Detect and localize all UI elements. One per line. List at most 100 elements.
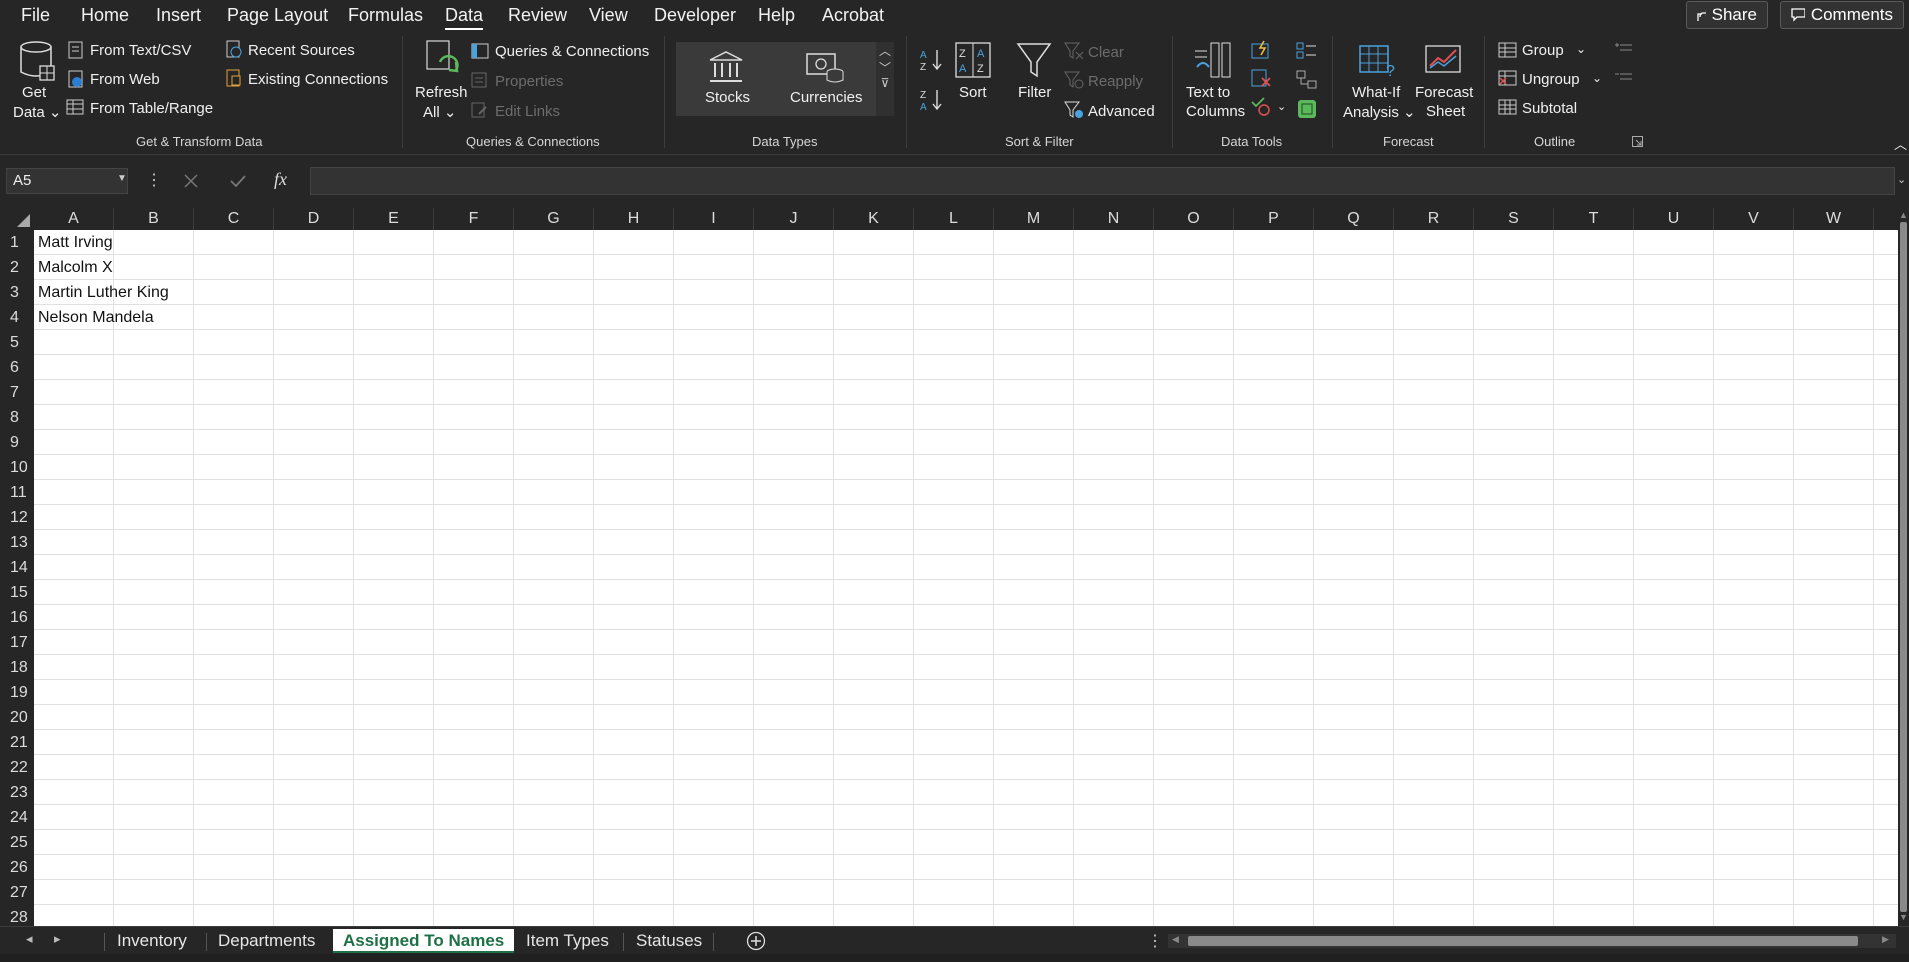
row-header-20[interactable]: 20 bbox=[0, 705, 34, 730]
column-header-t[interactable]: T bbox=[1554, 208, 1634, 230]
select-all-corner[interactable] bbox=[0, 208, 34, 230]
from-table-range-button[interactable]: From Table/Range bbox=[90, 100, 213, 117]
row-header-25[interactable]: 25 bbox=[0, 830, 34, 855]
column-header-s[interactable]: S bbox=[1474, 208, 1554, 230]
expand-formula-bar-icon[interactable]: ⌄ bbox=[1897, 173, 1906, 186]
column-header-w[interactable]: W bbox=[1794, 208, 1874, 230]
get-data-dropdown[interactable]: Data ⌄ bbox=[13, 103, 61, 121]
sheet-tab-assigned-to-names[interactable]: Assigned To Names bbox=[333, 929, 515, 953]
row-header-13[interactable]: 13 bbox=[0, 530, 34, 555]
chevron-down-icon[interactable]: ⌄ bbox=[1277, 100, 1286, 113]
chevron-down-icon[interactable]: ⌄ bbox=[1576, 42, 1586, 56]
name-box-dropdown-icon[interactable]: ▼ bbox=[117, 173, 127, 184]
row-header-5[interactable]: 5 bbox=[0, 330, 34, 355]
add-sheet-icon[interactable] bbox=[746, 931, 766, 951]
menu-view[interactable]: View bbox=[589, 5, 628, 26]
menu-help[interactable]: Help bbox=[758, 5, 795, 26]
more-icon[interactable]: ⊽ bbox=[876, 76, 894, 90]
cell-a2[interactable]: Malcolm X bbox=[38, 255, 113, 280]
chevron-down-icon[interactable]: ﹀ bbox=[876, 59, 894, 76]
column-header-m[interactable]: M bbox=[994, 208, 1074, 230]
what-if-analysis-dropdown[interactable]: Analysis ⌄ bbox=[1343, 103, 1416, 121]
text-to-columns-button[interactable]: Text to bbox=[1186, 84, 1230, 101]
more-options-icon[interactable]: ⋮ bbox=[1147, 931, 1163, 951]
what-if-analysis-button[interactable]: What-If bbox=[1352, 84, 1400, 101]
row-header-26[interactable]: 26 bbox=[0, 855, 34, 880]
row-header-24[interactable]: 24 bbox=[0, 805, 34, 830]
clear-button[interactable]: Clear bbox=[1088, 44, 1124, 61]
row-header-9[interactable]: 9 bbox=[0, 430, 34, 455]
prev-sheet-icon[interactable]: ◂ bbox=[26, 931, 33, 947]
column-header-n[interactable]: N bbox=[1074, 208, 1154, 230]
column-header-e[interactable]: E bbox=[354, 208, 434, 230]
sort-button[interactable]: Sort bbox=[959, 84, 987, 101]
edit-links-button[interactable]: Edit Links bbox=[495, 103, 560, 120]
column-header-f[interactable]: F bbox=[434, 208, 514, 230]
forecast-sheet-button[interactable]: Forecast bbox=[1415, 84, 1473, 101]
row-header-7[interactable]: 7 bbox=[0, 380, 34, 405]
row-header-19[interactable]: 19 bbox=[0, 680, 34, 705]
column-header-o[interactable]: O bbox=[1154, 208, 1234, 230]
sheet-tab-departments[interactable]: Departments bbox=[208, 929, 325, 953]
sheet-tab-statuses[interactable]: Statuses bbox=[626, 929, 712, 953]
column-header-i[interactable]: I bbox=[674, 208, 754, 230]
cell-grid[interactable]: Matt Irving Malcolm X Martin Luther King… bbox=[34, 230, 1898, 926]
row-header-16[interactable]: 16 bbox=[0, 605, 34, 630]
name-box[interactable]: A5 bbox=[6, 168, 128, 194]
get-data-button[interactable]: Get bbox=[22, 84, 46, 101]
vertical-scroll-thumb[interactable] bbox=[1900, 222, 1907, 912]
filter-button[interactable]: Filter bbox=[1018, 84, 1051, 101]
reapply-button[interactable]: Reapply bbox=[1088, 73, 1143, 90]
row-header-27[interactable]: 27 bbox=[0, 880, 34, 905]
forecast-sheet-label[interactable]: Sheet bbox=[1426, 103, 1465, 120]
scroll-down-icon[interactable]: ▼ bbox=[1899, 912, 1908, 922]
menu-file[interactable]: File bbox=[21, 5, 50, 26]
column-header-p[interactable]: P bbox=[1234, 208, 1314, 230]
ungroup-button[interactable]: Ungroup bbox=[1522, 71, 1580, 88]
stocks-button[interactable]: Stocks bbox=[705, 89, 750, 106]
existing-connections-button[interactable]: Existing Connections bbox=[248, 71, 388, 88]
column-header-q[interactable]: Q bbox=[1314, 208, 1394, 230]
menu-data[interactable]: Data bbox=[445, 5, 484, 31]
dialog-launcher-icon[interactable] bbox=[1632, 136, 1643, 147]
horizontal-scroll-thumb[interactable] bbox=[1188, 936, 1858, 946]
row-header-2[interactable]: 2 bbox=[0, 255, 34, 280]
sheet-tab-item-types[interactable]: Item Types bbox=[516, 929, 619, 953]
cancel-icon[interactable] bbox=[183, 173, 199, 189]
column-header-g[interactable]: G bbox=[514, 208, 594, 230]
column-header-k[interactable]: K bbox=[834, 208, 914, 230]
comments-button[interactable]: Comments bbox=[1780, 1, 1904, 29]
more-options-icon[interactable]: ⋮ bbox=[146, 170, 162, 190]
queries-connections-button[interactable]: Queries & Connections bbox=[495, 43, 649, 60]
subtotal-button[interactable]: Subtotal bbox=[1522, 100, 1577, 117]
scroll-left-icon[interactable]: ◀ bbox=[1172, 934, 1179, 945]
insert-function-icon[interactable]: fx bbox=[274, 169, 287, 190]
column-header-a[interactable]: A bbox=[34, 208, 114, 230]
row-header-1[interactable]: 1 bbox=[0, 230, 34, 255]
cell-a3[interactable]: Martin Luther King bbox=[38, 280, 169, 305]
menu-home[interactable]: Home bbox=[81, 5, 129, 26]
refresh-all-button[interactable]: Refresh bbox=[415, 84, 468, 101]
currencies-button[interactable]: Currencies bbox=[790, 89, 863, 106]
column-header-b[interactable]: B bbox=[114, 208, 194, 230]
collapse-ribbon-icon[interactable]: ︿ bbox=[1894, 134, 1907, 153]
row-header-8[interactable]: 8 bbox=[0, 405, 34, 430]
row-header-23[interactable]: 23 bbox=[0, 780, 34, 805]
share-button[interactable]: Share bbox=[1686, 1, 1768, 29]
cell-a4[interactable]: Nelson Mandela bbox=[38, 305, 154, 330]
scroll-right-icon[interactable]: ▶ bbox=[1882, 934, 1889, 945]
menu-acrobat[interactable]: Acrobat bbox=[822, 5, 884, 26]
row-header-10[interactable]: 10 bbox=[0, 455, 34, 480]
row-header-11[interactable]: 11 bbox=[0, 480, 34, 505]
chevron-down-icon[interactable]: ⌄ bbox=[1592, 71, 1602, 85]
vertical-scrollbar[interactable]: ▲ ▼ bbox=[1898, 208, 1909, 926]
gallery-scroll[interactable]: ︿ ﹀ ⊽ bbox=[876, 42, 894, 116]
from-web-button[interactable]: From Web bbox=[90, 71, 160, 88]
sheet-tab-inventory[interactable]: Inventory bbox=[107, 929, 197, 953]
row-header-22[interactable]: 22 bbox=[0, 755, 34, 780]
refresh-all-dropdown[interactable]: All ⌄ bbox=[423, 103, 456, 121]
menu-page-layout[interactable]: Page Layout bbox=[227, 5, 328, 26]
formula-input[interactable] bbox=[310, 167, 1895, 195]
horizontal-scrollbar[interactable]: ◀ ▶ bbox=[1168, 934, 1896, 948]
row-header-3[interactable]: 3 bbox=[0, 280, 34, 305]
